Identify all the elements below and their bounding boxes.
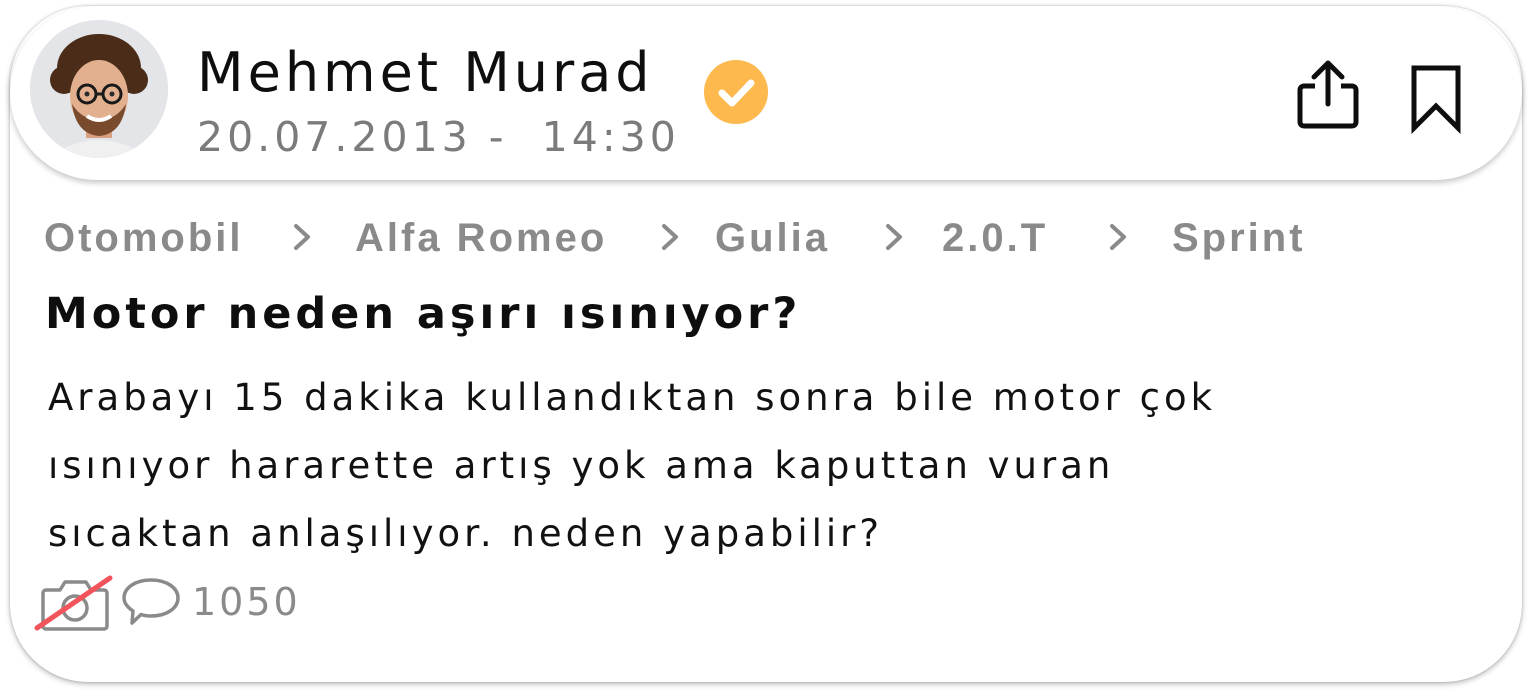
chevron-right-icon [886, 224, 902, 250]
date-time-separator: - [488, 113, 508, 161]
post-body-line: Arabayı 15 dakika kullandıktan sonra bil… [48, 376, 1217, 419]
breadcrumb-item-gulia[interactable]: Gulia [715, 212, 830, 264]
verified-badge-icon [704, 60, 768, 124]
bookmark-button[interactable] [1402, 62, 1470, 134]
post-time: 14:30 [541, 113, 680, 161]
post-body-line: ısınıyor hararette artış yok ama kaputta… [48, 444, 1115, 487]
author-avatar[interactable] [30, 20, 168, 158]
chevron-right-icon [1110, 224, 1126, 250]
breadcrumb-item-2-0-t[interactable]: 2.0.T [942, 212, 1048, 264]
comment-count: 1050 [192, 580, 301, 624]
breadcrumb-item-sprint[interactable]: Sprint [1172, 212, 1306, 264]
post-body: Arabayı 15 dakika kullandıktan sonra bil… [48, 364, 1488, 568]
chevron-right-icon [294, 224, 310, 250]
post-title[interactable]: Motor neden aşırı ısınıyor? [45, 283, 801, 345]
author-name[interactable]: Mehmet Murad [197, 38, 654, 108]
chevron-right-icon [662, 224, 678, 250]
post-date: 20.07.2013 [197, 113, 472, 161]
comment-icon[interactable] [120, 576, 182, 628]
share-button[interactable] [1290, 58, 1366, 134]
post-datetime: 20.07.2013 - 14:30 [197, 110, 680, 164]
post-body-line: sıcaktan anlaşılıyor. neden yapabilir? [48, 512, 884, 555]
no-photo-icon [34, 575, 113, 631]
breadcrumb-item-alfa-romeo[interactable]: Alfa Romeo [355, 212, 607, 264]
breadcrumb-item-otomobil[interactable]: Otomobil [44, 212, 244, 264]
